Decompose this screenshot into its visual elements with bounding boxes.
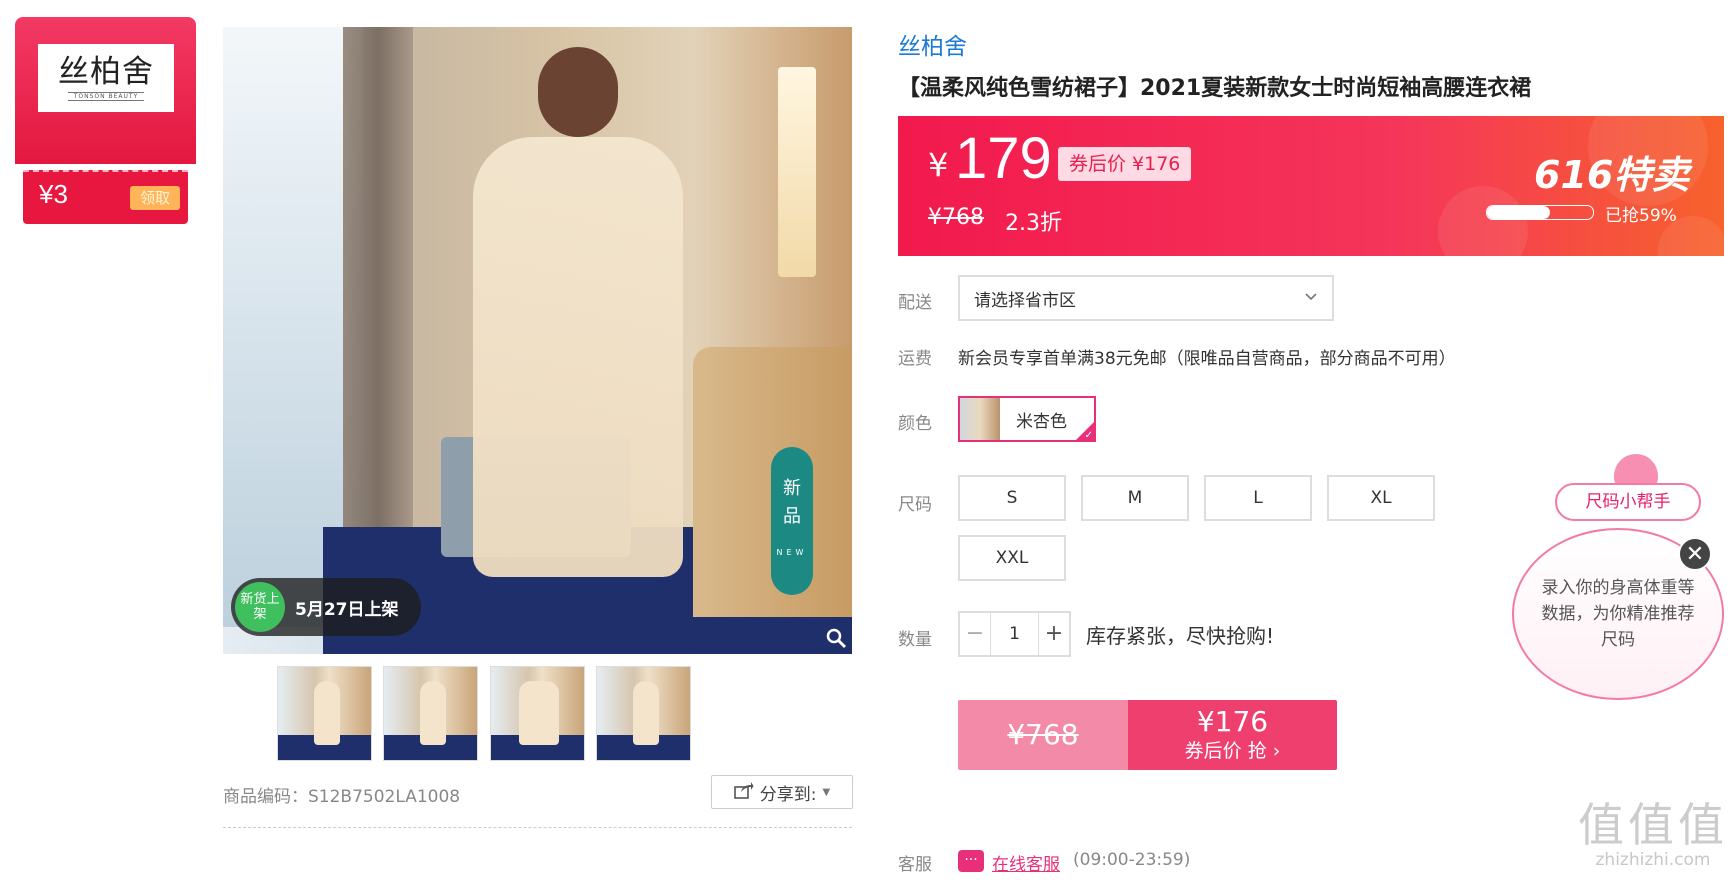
sold-percent: 已抢59% — [1605, 206, 1677, 226]
size-option-s[interactable]: S — [958, 475, 1066, 521]
color-option-label: 米杏色 — [1016, 411, 1067, 432]
delivery-label: 配送 — [898, 293, 932, 313]
price-banner: ¥ 179 券后价 ¥176 ¥768 2.3折 616特卖 已抢59% — [898, 116, 1724, 256]
size-label: 尺码 — [898, 495, 932, 515]
stock-warning: 库存紧张，尽快抢购! — [1086, 624, 1275, 648]
brand-link[interactable]: 丝柏舍 — [898, 27, 967, 61]
new-tag-english: NEW — [776, 548, 808, 557]
product-title: 【温柔风纯色雪纺裙子】2021夏装新款女士时尚短袖高腰连衣裙 — [898, 76, 1532, 101]
product-code-value: S12B7502LA1008 — [308, 787, 461, 807]
quantity-input[interactable]: 1 — [990, 613, 1039, 655]
increase-button[interactable]: + — [1039, 613, 1069, 655]
decrease-button[interactable]: − — [960, 613, 990, 655]
quantity-stepper: − 1 + — [958, 611, 1071, 657]
size-option-m[interactable]: M — [1081, 475, 1189, 521]
size-option-l[interactable]: L — [1204, 475, 1312, 521]
check-icon: ✓ — [1084, 430, 1093, 441]
chat-icon[interactable]: ··· — [958, 850, 984, 872]
new-arrival-date: 5月27日上架 — [295, 600, 399, 620]
buy-original-price: ¥768 — [958, 700, 1128, 770]
claim-coupon-button[interactable]: 领取 — [130, 186, 180, 210]
discount-label: 2.3折 — [1005, 211, 1062, 236]
thumbnail-1[interactable] — [277, 666, 372, 761]
after-coupon-price: 券后价 ¥176 — [1058, 147, 1192, 181]
brand-card-top: 丝柏舍 TONSON BEAUTY — [15, 17, 196, 164]
product-code-label: 商品编码： — [223, 787, 308, 807]
size-option-xxl[interactable]: XXL — [958, 535, 1066, 581]
divider — [223, 827, 852, 828]
shipping-text: 新会员专享首单满38元免邮（限唯品自营商品，部分商品不可用） — [958, 349, 1456, 369]
chevron-down-icon — [1304, 290, 1318, 306]
product-code: 商品编码：S12B7502LA1008 — [223, 782, 460, 807]
new-tag-char-1: 新 — [783, 478, 801, 499]
quantity-label: 数量 — [898, 630, 932, 650]
share-label: 分享到: — [759, 784, 817, 805]
promo-title: 616特卖 — [1534, 153, 1690, 197]
shipping-label: 运费 — [898, 349, 932, 369]
current-price: 179 — [955, 126, 1052, 191]
buy-coupon-price: ¥176 — [1196, 705, 1269, 738]
new-arrival-badge: 新货上架 — [235, 582, 285, 632]
caret-down-icon: ▼ — [822, 786, 831, 798]
sold-progress-fill — [1487, 206, 1550, 219]
original-price: ¥768 — [928, 205, 984, 230]
watermark: 值值值 zhizhizhi.com — [1578, 800, 1728, 870]
brand-logo[interactable]: 丝柏舍 TONSON BEAUTY — [38, 44, 174, 112]
service-label: 客服 — [898, 855, 932, 875]
color-swatch-image — [960, 398, 1000, 440]
price-currency: ¥ — [928, 146, 949, 184]
thumbnail-2[interactable] — [383, 666, 478, 761]
region-select-text: 请选择省市区 — [974, 290, 1076, 311]
main-product-image[interactable]: 新 品 NEW 新货上架 5月27日上架 — [223, 27, 852, 654]
close-icon[interactable]: ✕ — [1678, 537, 1712, 571]
coupon-strip: ¥3 领取 — [23, 170, 188, 224]
new-product-tag: 新 品 NEW — [771, 447, 813, 595]
watermark-url: zhizhizhi.com — [1595, 850, 1711, 870]
coupon-amount: ¥3 — [39, 179, 68, 209]
new-tag-char-2: 品 — [783, 506, 801, 527]
brand-coupon-card: 丝柏舍 TONSON BEAUTY ¥3 领取 — [15, 17, 196, 224]
share-button[interactable]: 分享到: ▼ — [711, 775, 853, 809]
watermark-logo: 值值值 — [1578, 798, 1728, 852]
size-helper-button[interactable]: 尺码小帮手 — [1555, 483, 1701, 521]
online-service-link[interactable]: 在线客服 — [992, 850, 1060, 875]
service-hours: (09:00-23:59) — [1073, 850, 1191, 870]
lamp-scene — [778, 67, 816, 277]
zoom-icon[interactable] — [825, 627, 847, 649]
buy-label: 券后价 抢 › — [1184, 740, 1281, 762]
model-head — [538, 47, 618, 137]
buy-now-area: ¥176 券后价 抢 › — [1128, 700, 1337, 770]
curtain-scene — [343, 27, 413, 527]
size-option-xl[interactable]: XL — [1327, 475, 1435, 521]
thumbnail-3[interactable] — [490, 666, 585, 761]
buy-button[interactable]: ¥768 ¥176 券后价 抢 › — [958, 700, 1337, 770]
region-select[interactable]: 请选择省市区 — [958, 275, 1334, 321]
brand-logo-text: 丝柏舍 — [58, 54, 154, 90]
share-icon — [733, 781, 754, 804]
model-dress — [473, 137, 683, 577]
color-label: 颜色 — [898, 414, 932, 434]
brand-logo-subtext: TONSON BEAUTY — [67, 92, 145, 101]
thumbnail-4[interactable] — [596, 666, 691, 761]
color-option-selected[interactable]: 米杏色 ✓ — [958, 396, 1096, 442]
sold-progress-bar — [1486, 205, 1594, 220]
